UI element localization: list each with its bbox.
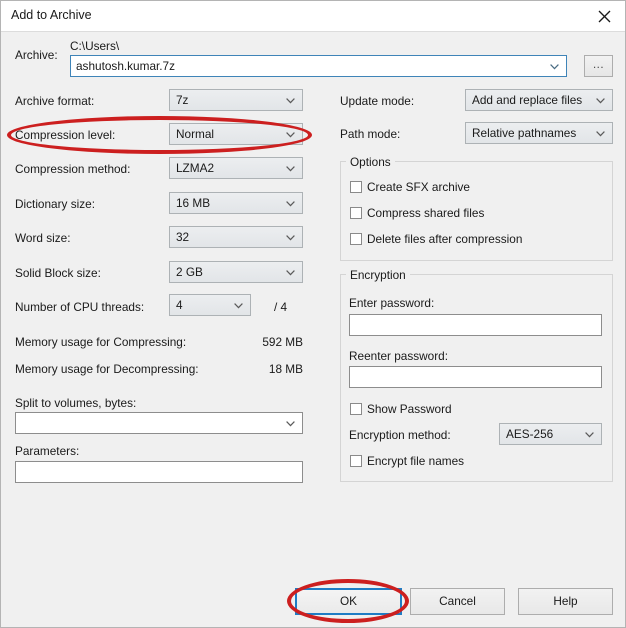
cancel-button-label: Cancel	[439, 594, 476, 608]
archive-name-value: ashutosh.kumar.7z	[76, 59, 176, 73]
bottom-separator	[1, 557, 625, 558]
chevron-down-icon	[286, 201, 295, 207]
checkbox-label: Show Password	[367, 402, 452, 416]
memory-compressing-label: Memory usage for Compressing:	[15, 335, 187, 349]
cancel-button[interactable]: Cancel	[410, 588, 505, 615]
archive-label: Archive:	[15, 48, 58, 62]
split-volumes-input[interactable]	[15, 412, 303, 434]
browse-button-label: ...	[592, 59, 605, 71]
checkbox-label: Encrypt file names	[367, 454, 465, 468]
path-mode-value: Relative pathnames	[472, 126, 577, 140]
encryption-method-value: AES-256	[506, 427, 554, 441]
checkbox-label: Delete files after compression	[367, 232, 523, 246]
enter-password-input[interactable]	[349, 314, 602, 336]
checkbox-label: Compress shared files	[367, 206, 485, 220]
cpu-threads-value: 4	[176, 298, 183, 312]
compression-level-value: Normal	[176, 127, 215, 141]
checkbox-box	[350, 207, 362, 219]
memory-decompressing-value: 18 MB	[268, 362, 303, 376]
word-size-select[interactable]: 32	[169, 226, 303, 248]
split-volumes-label: Split to volumes, bytes:	[15, 396, 137, 410]
close-icon[interactable]	[582, 1, 625, 30]
archive-format-label: Archive format:	[15, 94, 95, 108]
solid-block-size-select[interactable]: 2 GB	[169, 261, 303, 283]
chevron-down-icon	[596, 98, 605, 104]
window-title: Add to Archive	[11, 8, 92, 22]
archive-name-input[interactable]: ashutosh.kumar.7z	[70, 55, 567, 77]
options-group-caption: Options	[346, 155, 395, 169]
memory-compressing-value: 592 MB	[262, 335, 303, 349]
encryption-method-label: Encryption method:	[349, 428, 451, 442]
dictionary-size-label: Dictionary size:	[15, 197, 95, 211]
dictionary-size-value: 16 MB	[176, 196, 211, 210]
chevron-down-icon	[286, 98, 295, 104]
encryption-group-caption: Encryption	[346, 268, 410, 282]
checkbox-box	[350, 403, 362, 415]
chevron-down-icon	[286, 132, 295, 138]
chevron-down-icon	[286, 270, 295, 276]
ok-button-label: OK	[339, 594, 358, 608]
chevron-down-icon	[286, 166, 295, 172]
chevron-down-icon	[286, 235, 295, 241]
chevron-down-icon	[585, 432, 594, 438]
enter-password-label: Enter password:	[349, 296, 435, 310]
compression-method-select[interactable]: LZMA2	[169, 157, 303, 179]
cpu-threads-label: Number of CPU threads:	[15, 300, 145, 314]
ok-button[interactable]: OK	[295, 588, 402, 615]
parameters-label: Parameters:	[15, 444, 80, 458]
word-size-value: 32	[176, 230, 190, 244]
reenter-password-label: Reenter password:	[349, 349, 449, 363]
update-mode-label: Update mode:	[340, 94, 415, 108]
checkbox-box	[350, 455, 362, 467]
reenter-password-input[interactable]	[349, 366, 602, 388]
cpu-threads-total: / 4	[274, 300, 288, 314]
compression-level-label: Compression level:	[15, 128, 116, 142]
path-mode-select[interactable]: Relative pathnames	[465, 122, 613, 144]
compression-method-label: Compression method:	[15, 162, 131, 176]
update-mode-select[interactable]: Add and replace files	[465, 89, 613, 111]
compression-level-select[interactable]: Normal	[169, 123, 303, 145]
help-button[interactable]: Help	[518, 588, 613, 615]
dictionary-size-select[interactable]: 16 MB	[169, 192, 303, 214]
word-size-label: Word size:	[15, 231, 71, 245]
checkbox-box	[350, 233, 362, 245]
browse-button[interactable]: ...	[584, 55, 613, 77]
memory-decompressing-label: Memory usage for Decompressing:	[15, 362, 199, 376]
path-mode-label: Path mode:	[340, 127, 401, 141]
encryption-method-select[interactable]: AES-256	[499, 423, 602, 445]
cpu-threads-select[interactable]: 4	[169, 294, 251, 316]
checkbox-box	[350, 181, 362, 193]
solid-block-size-label: Solid Block size:	[15, 266, 101, 280]
title-bar: Add to Archive	[1, 1, 625, 32]
chevron-down-icon	[234, 303, 243, 309]
solid-block-size-value: 2 GB	[176, 265, 203, 279]
help-button-label: Help	[553, 594, 578, 608]
archive-path-text: C:\Users\	[70, 39, 120, 53]
archive-format-value: 7z	[176, 93, 189, 107]
archive-format-select[interactable]: 7z	[169, 89, 303, 111]
compression-method-value: LZMA2	[176, 161, 215, 175]
chevron-down-icon	[596, 131, 605, 137]
add-to-archive-dialog: Add to Archive Archive: C:\Users\ ashuto…	[0, 0, 626, 628]
chevron-down-icon	[286, 421, 295, 427]
update-mode-value: Add and replace files	[472, 93, 583, 107]
checkbox-label: Create SFX archive	[367, 180, 470, 194]
chevron-down-icon	[550, 64, 559, 70]
parameters-input[interactable]	[15, 461, 303, 483]
